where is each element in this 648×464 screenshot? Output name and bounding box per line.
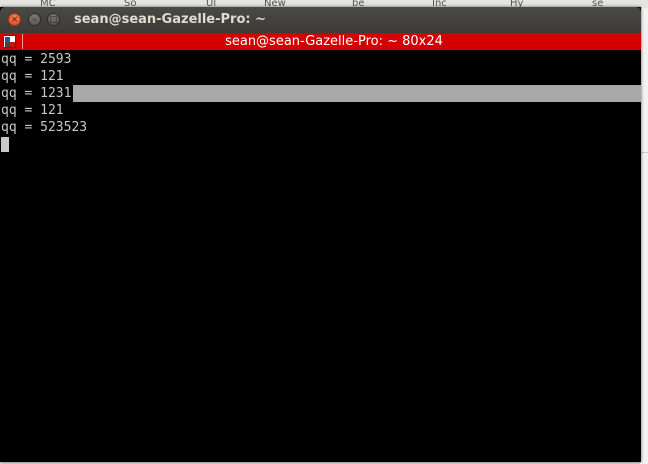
terminal-screen[interactable]: qq = 2593 qq = 121 qq = 1231 qq = 121 qq… [0,51,641,462]
terminal-title-bar: sean@sean-Gazelle-Pro: ~ 80x24 [0,33,641,50]
text-selection-highlight [73,85,641,102]
background-divider [640,152,648,153]
terminal-output-line: qq = 121 [1,69,64,84]
window-titlebar[interactable]: × – □ sean@sean-Gazelle-Pro: ~ [0,7,641,33]
terminal-output-line: qq = 2593 [1,52,72,67]
window-title: sean@sean-Gazelle-Pro: ~ [74,12,266,27]
maximize-icon[interactable]: □ [47,13,60,26]
terminal-output-line: qq = 1231 [1,86,72,101]
minimize-icon[interactable]: – [28,13,41,26]
background-window-edge [640,8,648,464]
close-icon[interactable]: × [8,13,21,26]
terminal-output-line: qq = 523523 [1,120,88,135]
terminal-output-line: qq = 121 [1,103,64,118]
text-cursor [1,137,9,152]
terminal-title: sean@sean-Gazelle-Pro: ~ 80x24 [225,34,443,49]
terminal-window: × – □ sean@sean-Gazelle-Pro: ~ sean@sean… [0,7,641,462]
